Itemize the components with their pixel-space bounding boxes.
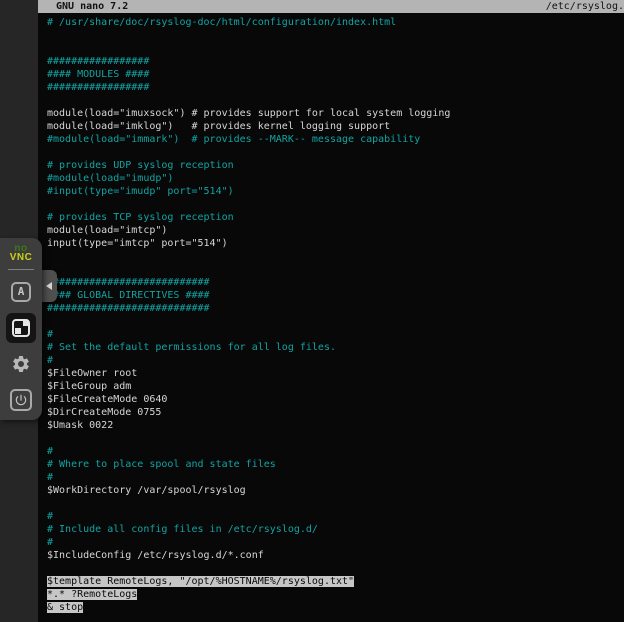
- editor-line: [47, 250, 624, 263]
- novnc-logo: no VNC: [10, 244, 33, 262]
- editor-content[interactable]: # /usr/share/doc/rsyslog-doc/html/config…: [38, 13, 624, 614]
- editor-line: input(type="imtcp" port="514"): [47, 237, 624, 250]
- editor-line: [47, 42, 624, 55]
- nano-version-label: GNU nano 7.2: [38, 0, 128, 13]
- editor-line: $Umask 0022: [47, 419, 624, 432]
- control-bar-handle[interactable]: [40, 270, 57, 302]
- editor-line: & stop: [47, 601, 624, 614]
- fullscreen-icon: [12, 319, 30, 337]
- editor-line: #################: [47, 81, 624, 94]
- editor-line: # /usr/share/doc/rsyslog-doc/html/config…: [47, 16, 624, 29]
- editor-line: $template RemoteLogs, "/opt/%HOSTNAME%/r…: [47, 575, 624, 588]
- editor-line: [47, 94, 624, 107]
- novnc-logo-bottom: VNC: [10, 253, 33, 262]
- editor-line: ###########################: [47, 276, 624, 289]
- editor-line: # Include all config files in /etc/rsysl…: [47, 523, 624, 536]
- editor-line: [47, 263, 624, 276]
- novnc-control-bar: no VNC A: [0, 238, 42, 420]
- editor-line: [47, 432, 624, 445]
- editor-line: #: [47, 328, 624, 341]
- editor-line: #input(type="imudp" port="514"): [47, 185, 624, 198]
- nano-titlebar: GNU nano 7.2 /etc/rsyslog.: [38, 0, 624, 13]
- editor-line: #### GLOBAL DIRECTIVES ####: [47, 289, 624, 302]
- editor-line: #: [47, 471, 624, 484]
- editor-line: module(load="imklog") # provides kernel …: [47, 120, 624, 133]
- nano-filename-label: /etc/rsyslog.: [546, 0, 624, 13]
- panel-divider: [8, 269, 34, 270]
- a-key-icon: A: [11, 282, 31, 302]
- editor-line: [47, 497, 624, 510]
- collapse-arrow-icon: [46, 282, 52, 290]
- editor-line: module(load="imtcp"): [47, 224, 624, 237]
- editor-line: [47, 562, 624, 575]
- gear-icon: [11, 354, 31, 374]
- editor-line: # Set the default permissions for all lo…: [47, 341, 624, 354]
- editor-line: $FileCreateMode 0640: [47, 393, 624, 406]
- fullscreen-button[interactable]: [6, 313, 36, 343]
- editor-line: $DirCreateMode 0755: [47, 406, 624, 419]
- settings-button[interactable]: [1, 346, 41, 382]
- editor-line: *.* ?RemoteLogs: [47, 588, 624, 601]
- editor-line: #: [47, 536, 624, 549]
- editor-line: [47, 198, 624, 211]
- editor-line: $IncludeConfig /etc/rsyslog.d/*.conf: [47, 549, 624, 562]
- editor-line: $WorkDirectory /var/spool/rsyslog: [47, 484, 624, 497]
- editor-line: #module(load="imudp"): [47, 172, 624, 185]
- editor-line: #### MODULES ####: [47, 68, 624, 81]
- terminal-screen[interactable]: GNU nano 7.2 /etc/rsyslog. # /usr/share/…: [38, 0, 624, 622]
- power-icon: [10, 389, 32, 411]
- editor-line: [47, 29, 624, 42]
- editor-line: #################: [47, 55, 624, 68]
- editor-line: # provides TCP syslog reception: [47, 211, 624, 224]
- editor-line: [47, 315, 624, 328]
- editor-line: $FileOwner root: [47, 367, 624, 380]
- editor-line: $FileGroup adm: [47, 380, 624, 393]
- editor-line: #: [47, 354, 624, 367]
- disconnect-button[interactable]: [1, 382, 41, 418]
- editor-line: #: [47, 445, 624, 458]
- editor-line: module(load="imuxsock") # provides suppo…: [47, 107, 624, 120]
- extra-keys-button[interactable]: A: [1, 274, 41, 310]
- editor-line: #: [47, 510, 624, 523]
- editor-line: #module(load="immark") # provides --MARK…: [47, 133, 624, 146]
- editor-line: # Where to place spool and state files: [47, 458, 624, 471]
- editor-line: ###########################: [47, 302, 624, 315]
- editor-line: [47, 146, 624, 159]
- editor-line: # provides UDP syslog reception: [47, 159, 624, 172]
